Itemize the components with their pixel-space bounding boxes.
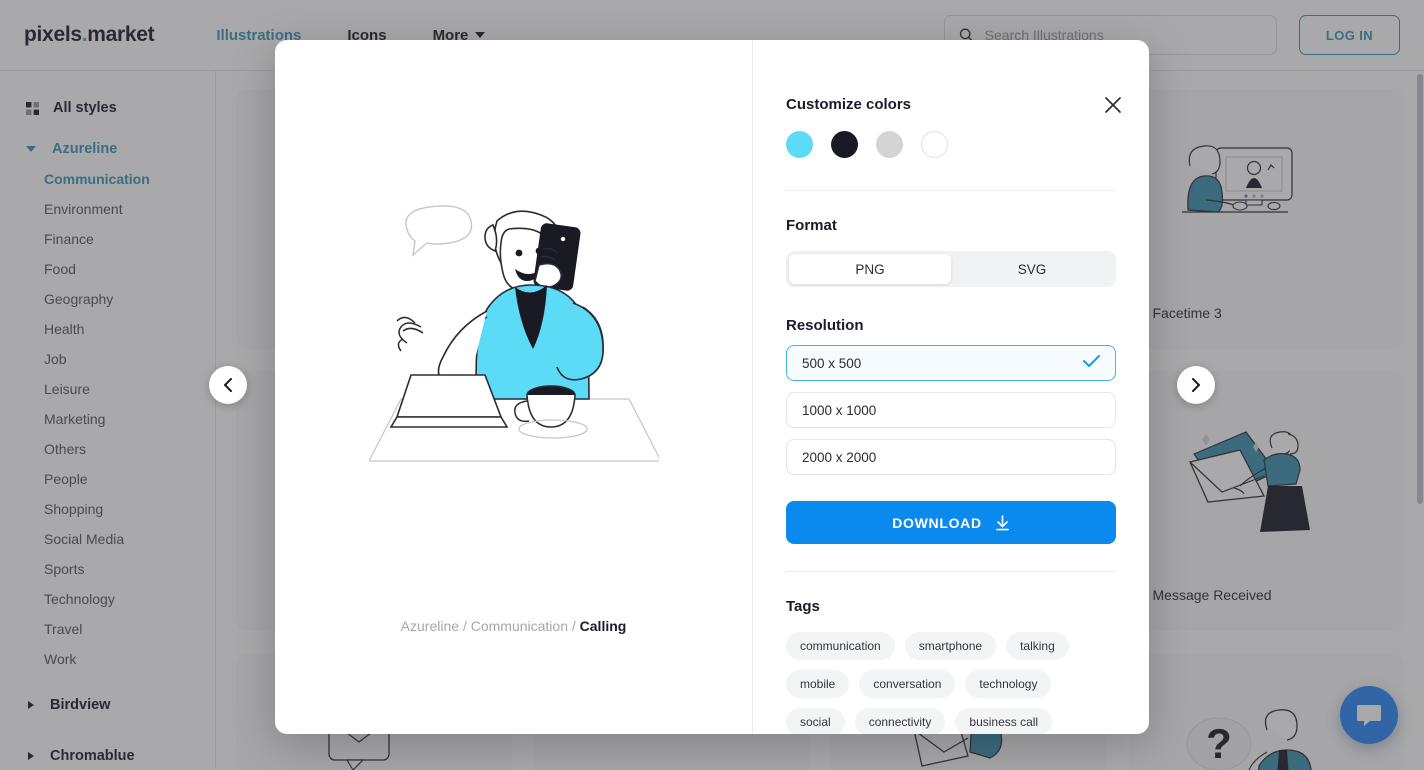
- tag-item[interactable]: conversation: [859, 670, 956, 698]
- divider: [786, 190, 1116, 191]
- format-toggle: PNG SVG: [786, 251, 1116, 287]
- tag-item[interactable]: social: [786, 708, 845, 734]
- format-option-png[interactable]: PNG: [789, 254, 951, 284]
- check-icon: [1083, 355, 1100, 371]
- chevron-right-icon: [1192, 378, 1200, 392]
- breadcrumb-current: Calling: [579, 618, 627, 634]
- customize-colors-title: Customize colors: [786, 96, 912, 113]
- color-swatch-cyan[interactable]: [786, 131, 813, 158]
- tag-item[interactable]: connectivity: [854, 708, 946, 734]
- color-swatch-white[interactable]: [921, 131, 948, 158]
- tag-item[interactable]: business call: [955, 708, 1053, 734]
- tag-item[interactable]: technology: [965, 670, 1052, 698]
- tag-item[interactable]: communication: [786, 632, 895, 660]
- breadcrumb-separator: /: [571, 618, 576, 634]
- breadcrumb-separator: /: [462, 618, 467, 634]
- tag-item[interactable]: smartphone: [904, 632, 997, 660]
- tags-title: Tags: [786, 598, 820, 615]
- color-swatch-dark[interactable]: [831, 131, 858, 158]
- resolution-option-2000[interactable]: 2000 x 2000: [786, 439, 1116, 475]
- modal-options-panel: Customize colors Format PNG SVG Resoluti…: [753, 40, 1149, 734]
- download-icon: [995, 514, 1009, 530]
- app-root: pixels.market Illustrations Icons More S…: [0, 0, 1424, 770]
- resolution-option-label: 1000 x 1000: [802, 402, 877, 418]
- close-icon: [1105, 97, 1121, 113]
- divider: [786, 571, 1116, 572]
- tag-item[interactable]: mobile: [786, 670, 850, 698]
- previous-illustration-button[interactable]: [209, 366, 247, 404]
- illustration-detail-modal: Azureline / Communication / Calling Cust…: [275, 40, 1149, 734]
- tag-item[interactable]: talking: [1006, 632, 1069, 660]
- download-button[interactable]: DOWNLOAD: [786, 501, 1116, 544]
- breadcrumb-style[interactable]: Azureline: [401, 618, 459, 634]
- resolution-option-label: 2000 x 2000: [802, 449, 877, 465]
- breadcrumb-category[interactable]: Communication: [471, 618, 568, 634]
- resolution-title: Resolution: [786, 317, 864, 334]
- tag-list: communication smartphone talking mobile …: [786, 632, 1116, 734]
- resolution-option-500[interactable]: 500 x 500: [786, 345, 1116, 381]
- format-option-svg[interactable]: SVG: [951, 254, 1113, 284]
- modal-preview-panel: Azureline / Communication / Calling: [275, 40, 753, 734]
- chevron-left-icon: [224, 378, 232, 392]
- close-button[interactable]: [1099, 91, 1127, 119]
- illustration-preview: [368, 40, 659, 618]
- color-swatch-gray[interactable]: [876, 131, 903, 158]
- resolution-option-label: 500 x 500: [802, 355, 862, 371]
- calling-illustration: [368, 205, 659, 462]
- format-title: Format: [786, 217, 837, 234]
- resolution-option-1000[interactable]: 1000 x 1000: [786, 392, 1116, 428]
- color-swatch-list: [786, 131, 1116, 158]
- breadcrumb: Azureline / Communication / Calling: [401, 618, 627, 634]
- download-button-label: DOWNLOAD: [892, 514, 982, 531]
- next-illustration-button[interactable]: [1177, 366, 1215, 404]
